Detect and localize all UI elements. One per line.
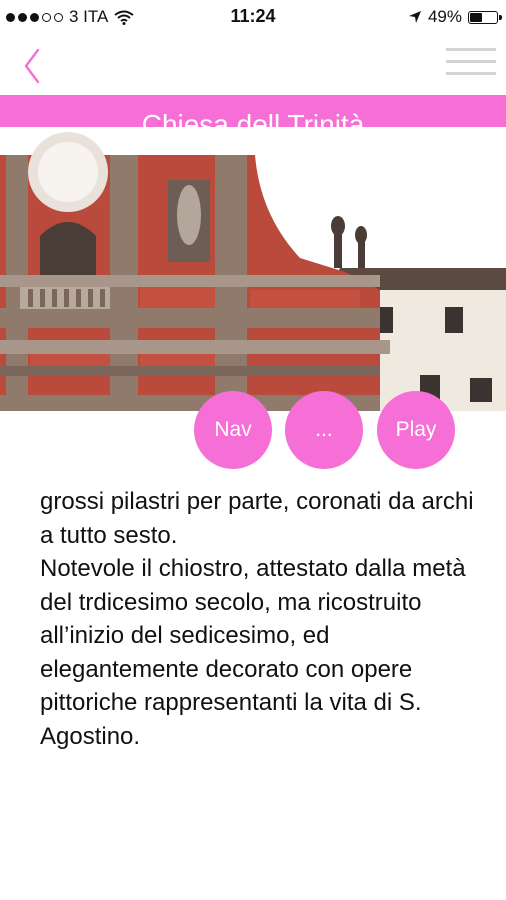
- play-button[interactable]: Play: [377, 391, 455, 469]
- battery-icon: [468, 10, 502, 24]
- battery-percent: 49%: [427, 7, 462, 26]
- page-title: Chiesa dell Trinità: [141, 109, 365, 140]
- status-bar: 3 ITA 11:24 49%: [0, 0, 506, 34]
- church-photo: [0, 127, 506, 411]
- hamburger-menu-icon: [446, 48, 496, 75]
- back-button[interactable]: [14, 44, 54, 88]
- church-facade-illustration: [0, 127, 506, 411]
- hamburger-menu-button[interactable]: [446, 48, 496, 82]
- description-text: grossi pilastri per parte, coronati da a…: [40, 488, 474, 750]
- location-arrow-icon: [408, 11, 421, 23]
- more-button[interactable]: ...: [285, 391, 363, 469]
- status-right-group: 49%: [408, 7, 502, 27]
- chevron-left-icon: [24, 48, 40, 84]
- nav-button[interactable]: Nav: [194, 391, 272, 469]
- battery-level-fill: [470, 12, 483, 22]
